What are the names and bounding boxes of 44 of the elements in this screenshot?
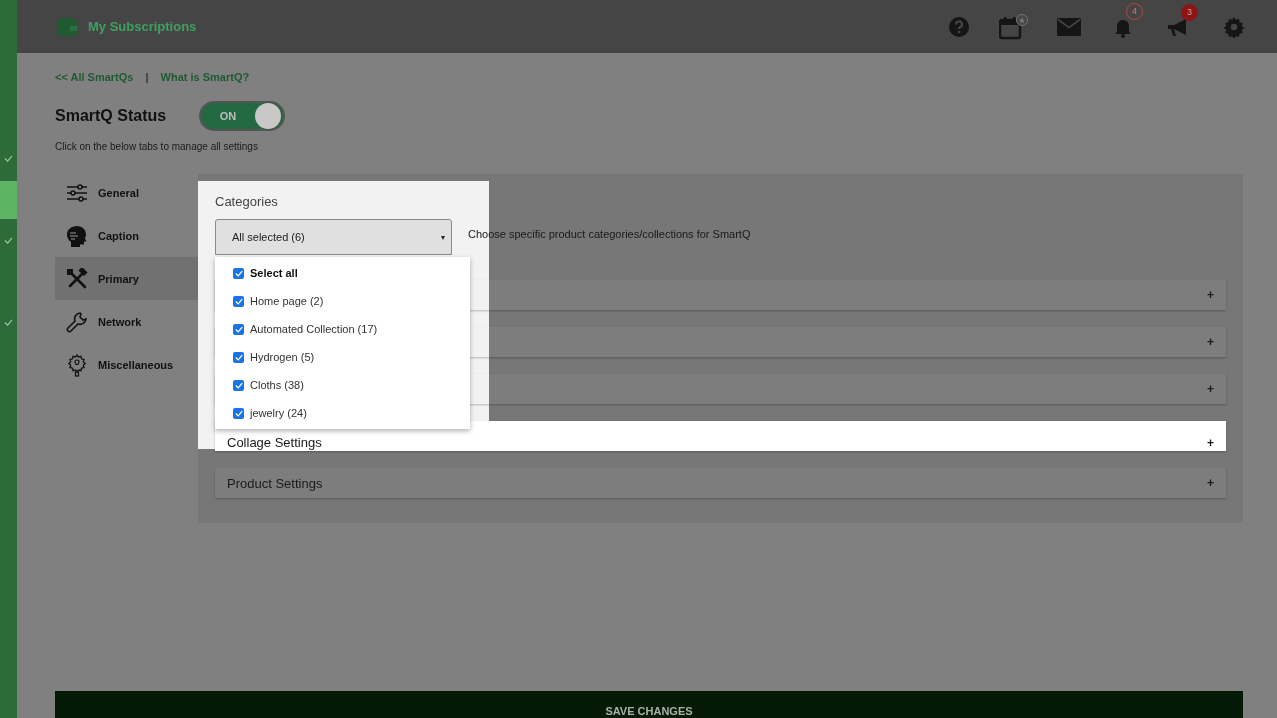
check-icon [4, 155, 13, 162]
tools-icon [66, 267, 88, 290]
checkbox[interactable] [233, 407, 244, 419]
dropdown-option[interactable]: Cloths (38) [215, 371, 470, 399]
page-title: My Subscriptions [88, 19, 197, 34]
checkbox[interactable] [233, 295, 244, 307]
expand-toggle[interactable]: + [1207, 382, 1214, 396]
dropdown-option[interactable]: Automated Collection (17) [215, 315, 470, 343]
accordion-row[interactable]: Collage Settings + [215, 421, 1226, 451]
accordion-row[interactable]: Product Settings + [215, 468, 1226, 498]
settings-tab[interactable]: Primary [55, 257, 198, 300]
wallet-icon [58, 17, 78, 36]
expand-toggle[interactable]: + [1207, 335, 1214, 349]
settings-icon[interactable] [1222, 15, 1245, 38]
help-icon[interactable] [947, 15, 970, 38]
checkbox[interactable] [233, 323, 244, 335]
hint-text: Click on the below tabs to manage all settings [55, 141, 259, 152]
settings-tab[interactable]: General [55, 171, 198, 214]
category-select[interactable]: All selected (6) ▾ [215, 219, 452, 255]
calendar-icon[interactable] [998, 13, 1029, 40]
check-icon [4, 237, 13, 244]
dropdown-option[interactable]: Home page (2) [215, 287, 470, 315]
notification-badge: 4 [1126, 2, 1143, 20]
status-toggle[interactable]: ON [199, 101, 285, 131]
dropdown-option[interactable]: Hydrogen (5) [215, 343, 470, 371]
head-icon [66, 224, 88, 247]
lightbulb-gear-icon [66, 352, 88, 377]
settings-tab[interactable]: Network [55, 300, 198, 343]
save-button[interactable]: SAVE CHANGES [55, 691, 1243, 718]
checkbox[interactable] [233, 379, 244, 391]
wrench-icon [66, 310, 88, 333]
status-heading: SmartQ Status [55, 107, 168, 125]
expand-toggle[interactable]: + [1207, 288, 1214, 302]
separator: | [145, 71, 149, 83]
field-label: Categories [215, 194, 279, 209]
settings-tab[interactable]: Miscellaneous [55, 343, 198, 386]
checkbox[interactable] [233, 351, 244, 363]
dropdown-option[interactable]: Select all [215, 259, 470, 287]
notification-badge: 3 [1181, 3, 1198, 21]
check-icon [4, 319, 13, 326]
mail-icon[interactable] [1056, 17, 1081, 36]
settings-tab[interactable]: Caption [55, 214, 198, 257]
sliders-icon [66, 183, 88, 202]
checkbox[interactable] [233, 267, 244, 279]
